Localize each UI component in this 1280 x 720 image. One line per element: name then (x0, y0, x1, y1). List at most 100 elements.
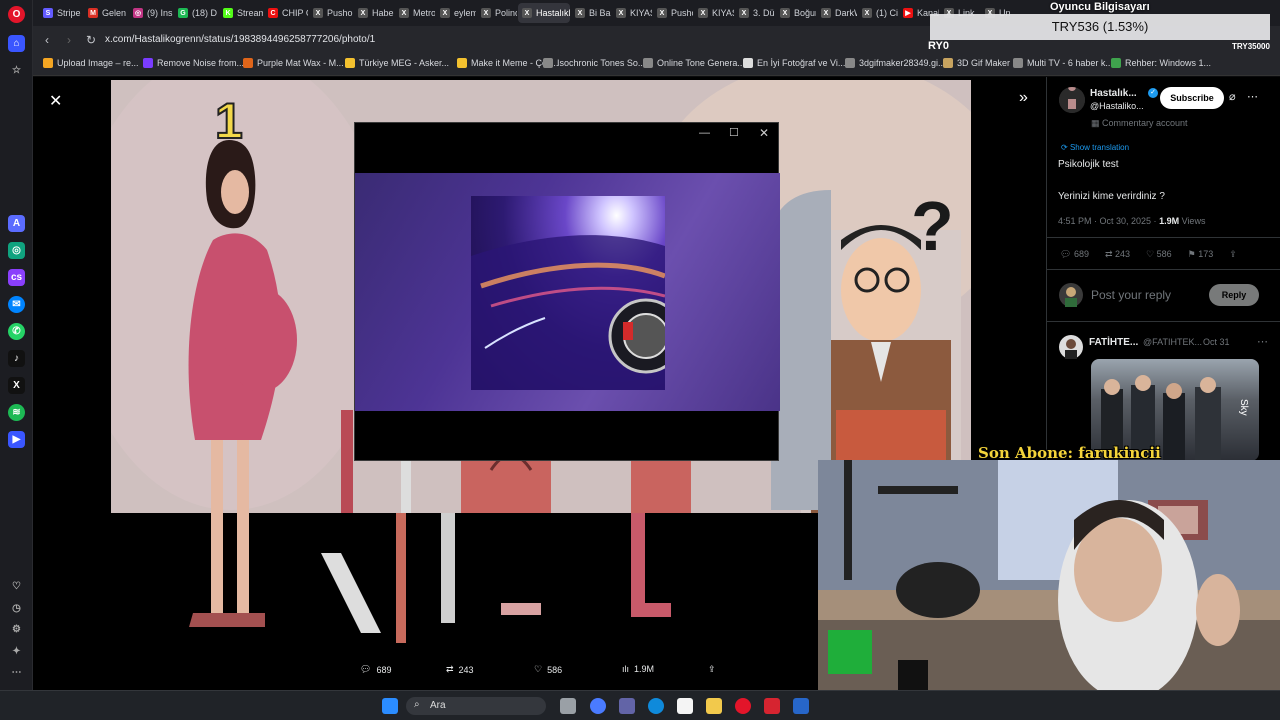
reload-icon[interactable]: ↻ (83, 32, 99, 48)
tab-13[interactable]: X KIYAS (612, 3, 652, 23)
bookmark-item[interactable]: En İyi Fotoğraf ve Vi... (743, 58, 845, 68)
tab-11[interactable]: X HastalıkNe (518, 3, 570, 23)
edge-icon[interactable] (648, 698, 664, 714)
bookmark-item[interactable]: Upload Image – re... (43, 58, 139, 68)
tab-17[interactable]: X Boğun (776, 3, 816, 23)
bookmark-item[interactable]: Remove Noise from... (143, 58, 244, 68)
reply-author-name[interactable]: FATİHTE... (1089, 337, 1138, 348)
tab-6[interactable]: X Pusho (309, 3, 353, 23)
bookmark-item[interactable]: Multi TV - 6 haber k... (1013, 58, 1113, 68)
bottom-share-action[interactable]: ⇪ (708, 664, 716, 675)
lightbulb-icon[interactable]: ✦ (8, 643, 25, 660)
history-icon[interactable]: ◷ (8, 600, 25, 617)
bottom-repost-action[interactable]: ⇄ 243 (446, 664, 474, 675)
close-popup-icon[interactable]: ✕ (759, 126, 769, 140)
show-translation-text[interactable]: Show translation (1070, 143, 1129, 152)
task-view-icon[interactable] (560, 698, 576, 714)
url-field[interactable]: x.com/Hastalikogrenn/status/198389449625… (105, 30, 925, 50)
bookmark-item[interactable]: Purple Mat Wax - M... (243, 58, 344, 68)
tweet-timestamp[interactable]: 4:51 PM · Oct 30, 2025 · 1.9M Views (1058, 216, 1205, 226)
bookmark-favicon-icon (1013, 58, 1023, 68)
tab-7[interactable]: X Haber (354, 3, 394, 23)
home-icon[interactable]: ⌂ (8, 35, 25, 52)
star-icon[interactable]: ☆ (8, 62, 25, 79)
bookmark-item[interactable]: 3D Gif Maker (943, 58, 1010, 68)
more-icon[interactable]: ⋯ (8, 664, 25, 681)
tab-5[interactable]: C CHIP C (264, 3, 308, 23)
w-app-icon[interactable] (764, 698, 780, 714)
tweet-time[interactable]: 4:51 PM · Oct 30, 2025 · (1058, 216, 1159, 226)
reply-input[interactable]: Post your reply (1091, 288, 1171, 302)
opera-taskbar-icon[interactable] (735, 698, 751, 714)
whatsapp-icon[interactable]: ✆ (8, 323, 25, 340)
close-viewer-icon[interactable]: ✕ (49, 91, 62, 111)
tab-10[interactable]: X Polinc (477, 3, 517, 23)
tab-3[interactable]: G (18) D (174, 3, 218, 23)
reply-date[interactable]: Oct 31 (1203, 337, 1230, 347)
teams-icon[interactable] (619, 698, 635, 714)
author-name[interactable]: Hastalık... (1090, 88, 1137, 99)
cs-icon[interactable]: cs (8, 269, 25, 286)
back-icon[interactable]: ‹ (39, 32, 55, 48)
spotify-icon[interactable]: ≋ (8, 404, 25, 421)
windows-start-icon[interactable] (382, 698, 398, 714)
copilot-icon[interactable] (590, 698, 606, 714)
tab-18[interactable]: X DarkW (817, 3, 857, 23)
repost-action[interactable]: ⇄ 243 (1105, 249, 1130, 260)
bottom-like-action[interactable]: ♡ 586 (534, 664, 562, 675)
taskbar-search[interactable]: ⌕ Ara (406, 697, 546, 715)
grok-icon[interactable]: ⌀ (1229, 90, 1236, 103)
tab-14[interactable]: X Pusho (653, 3, 693, 23)
like-action[interactable]: ♡ 586 (1146, 249, 1172, 260)
show-translation-link[interactable]: ⟳ Show translation (1061, 143, 1129, 152)
bottom-views-action[interactable]: ılı 1.9M (622, 664, 654, 674)
expand-panel-icon[interactable]: » (1019, 89, 1028, 107)
subscribe-button[interactable]: Subscribe (1160, 87, 1224, 109)
popup-car-image[interactable] (471, 196, 665, 390)
forward-icon[interactable]: › (61, 32, 77, 48)
tab-2[interactable]: ◎ (9) Ins (129, 3, 173, 23)
file-explorer-icon[interactable] (706, 698, 722, 714)
tab-12[interactable]: X Bi Bak (571, 3, 611, 23)
x-icon[interactable]: X (8, 377, 25, 394)
bookmark-item[interactable]: Türkiye MEG - Asker... (345, 58, 449, 68)
messenger-icon[interactable]: ✉ (8, 296, 25, 313)
tab-16[interactable]: X 3. Dün (735, 3, 775, 23)
reply-more-icon[interactable]: ⋯ (1257, 335, 1268, 348)
bottom-like-count: 586 (547, 664, 563, 675)
player-icon[interactable]: ▶ (8, 431, 25, 448)
minimize-icon[interactable]: — (699, 127, 710, 139)
share-icon[interactable]: ⇪ (1229, 249, 1237, 260)
maximize-icon[interactable]: ☐ (729, 126, 739, 139)
bookmark-item[interactable]: 3dgifmaker28349.gi... (845, 58, 946, 68)
tab-4[interactable]: K Stream (219, 3, 263, 23)
bookmark-item[interactable]: Online Tone Genera... (643, 58, 745, 68)
store-icon[interactable] (677, 698, 693, 714)
bottom-reply-action[interactable]: 💬︎ 689 (360, 664, 391, 675)
author-avatar[interactable] (1059, 87, 1085, 113)
l-app-icon[interactable] (793, 698, 809, 714)
tab-9[interactable]: Xeylem (436, 3, 476, 23)
tab-8[interactable]: X Metro (395, 3, 435, 23)
repost-icon: ⇄ (446, 664, 454, 674)
bookmark-action[interactable]: ⚑ 173 (1188, 249, 1214, 260)
more-options-icon[interactable]: ⋯ (1247, 90, 1258, 103)
reply-author-avatar[interactable] (1059, 335, 1083, 359)
bookmark-favicon-icon (845, 58, 855, 68)
reply-button[interactable]: Reply (1209, 284, 1259, 306)
bookmark-item[interactable]: Isochronic Tones So... (543, 58, 645, 68)
heart-icon[interactable]: ♡ (8, 578, 25, 595)
tiktok-icon[interactable]: ♪ (8, 350, 25, 367)
opera-logo-icon[interactable]: O (8, 6, 25, 23)
tab-1[interactable]: M Gelen (84, 3, 128, 23)
bookmark-item[interactable]: Rehber: Windows 1... (1111, 58, 1211, 68)
tab-0[interactable]: S Stripe (39, 3, 83, 23)
settings-icon[interactable]: ⚙ (8, 621, 25, 638)
tab-19[interactable]: X (1) Ci (858, 3, 898, 23)
tab-15[interactable]: X KIYAS (694, 3, 734, 23)
chatgpt-icon[interactable]: ◎ (8, 242, 25, 259)
author-handle[interactable]: @Hastaliko... (1090, 101, 1144, 111)
reply-action[interactable]: 💬︎ 689 (1060, 249, 1089, 260)
aria-icon[interactable]: A (8, 215, 25, 232)
reply-author-handle[interactable]: @FATIHTEK... (1143, 337, 1202, 347)
